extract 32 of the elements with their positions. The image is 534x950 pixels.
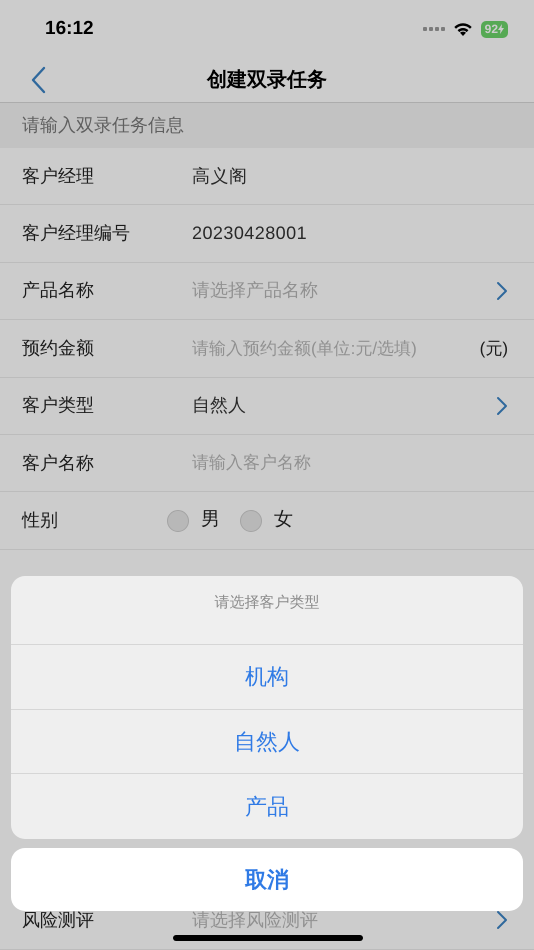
radio-option[interactable]: 女 <box>240 506 293 535</box>
signal-icon <box>422 26 445 32</box>
status-time: 16:12 <box>45 16 94 41</box>
select-field[interactable]: 请选择产品名称 <box>192 277 496 304</box>
sheet-option[interactable]: 机构 <box>11 645 523 710</box>
chevron-right-icon <box>496 396 508 416</box>
cancel-button[interactable]: 取消 <box>11 848 523 911</box>
field-label: 风险测评 <box>22 908 95 932</box>
back-button[interactable] <box>30 66 46 94</box>
page-title: 创建双录任务 <box>207 68 327 93</box>
chevron-right-icon <box>496 910 508 930</box>
field-label: 预约金额 <box>22 336 95 360</box>
sheet-option[interactable]: 产品 <box>11 774 523 838</box>
sheet-title: 请选择客户类型 <box>11 576 523 645</box>
battery-icon: 92 <box>480 20 508 38</box>
field-value: 20230428001 <box>192 222 308 246</box>
wifi-icon <box>452 22 473 36</box>
select-field[interactable]: 自然人 <box>192 392 496 420</box>
sheet-option[interactable]: 自然人 <box>11 710 523 774</box>
field-label: 客户经理 <box>22 164 95 188</box>
field-label: 性别 <box>22 509 59 532</box>
field-label: 客户类型 <box>22 394 95 418</box>
radio-option[interactable]: 男 <box>167 506 220 535</box>
field-label: 客户经理编号 <box>22 222 131 246</box>
input-field[interactable]: 请输入客户名称 <box>192 450 508 476</box>
field-label: 产品名称 <box>22 279 95 302</box>
field-label: 客户名称 <box>22 452 95 475</box>
chevron-right-icon <box>496 280 508 301</box>
section-header: 请输入双录任务信息 <box>0 103 534 148</box>
unit-label: (元) <box>480 338 508 360</box>
input-field[interactable]: 请输入预约金额(单位:元/选填) <box>192 336 480 362</box>
field-value: 高义阁 <box>192 164 248 188</box>
